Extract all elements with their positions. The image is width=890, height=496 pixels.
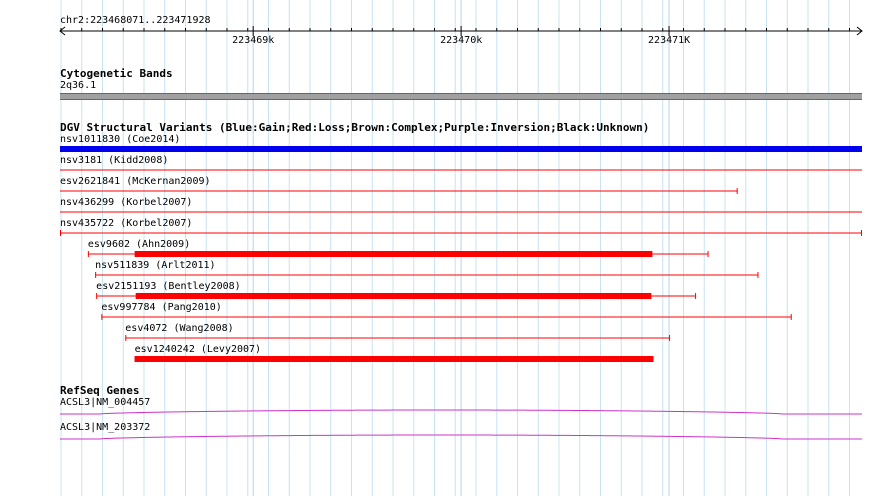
variant-label[interactable]: esv2621841 (McKernan2009) bbox=[60, 176, 211, 188]
ruler-tick-label: 223469k bbox=[232, 35, 275, 46]
variant-label[interactable]: nsv511839 (Arlt2011) bbox=[95, 260, 215, 272]
ruler-tick-label: 223471K bbox=[648, 35, 691, 46]
gene-label-nm-004457[interactable]: ACSL3|NM_004457 bbox=[60, 397, 150, 409]
ruler-tick-label: 223470k bbox=[440, 35, 483, 46]
variant-thick-segment bbox=[134, 356, 654, 362]
region-coordinates: chr2:223468071..223471928 bbox=[60, 15, 211, 26]
variant-label[interactable]: esv4072 (Wang2008) bbox=[125, 323, 233, 335]
gene-label-nm-203372[interactable]: ACSL3|NM_203372 bbox=[60, 422, 150, 434]
track-title-refseq[interactable]: RefSeq Genes bbox=[60, 384, 139, 397]
cytoband-label[interactable]: 2q36.1 bbox=[60, 80, 96, 92]
variant-label[interactable]: nsv436299 (Korbel2007) bbox=[60, 197, 192, 209]
variant-label[interactable]: esv1240242 (Levy2007) bbox=[135, 344, 261, 356]
track-title-dgv[interactable]: DGV Structural Variants (Blue:Gain;Red:L… bbox=[60, 121, 649, 134]
variant-label[interactable]: esv9602 (Ahn2009) bbox=[88, 239, 190, 251]
variant-thick-segment bbox=[135, 293, 652, 299]
cytoband-bar[interactable] bbox=[60, 93, 862, 100]
variant-thick-segment bbox=[134, 251, 653, 257]
variant-label[interactable]: nsv1011830 (Coe2014) bbox=[60, 134, 180, 146]
variant-label[interactable]: esv997784 (Pang2010) bbox=[101, 302, 221, 314]
variant-label[interactable]: nsv3181 (Kidd2008) bbox=[60, 155, 168, 167]
variant-label[interactable]: nsv435722 (Korbel2007) bbox=[60, 218, 192, 230]
variant-thick-segment bbox=[60, 146, 862, 152]
variant-label[interactable]: esv2151193 (Bentley2008) bbox=[96, 281, 241, 293]
track-title-cytobands[interactable]: Cytogenetic Bands bbox=[60, 67, 173, 80]
